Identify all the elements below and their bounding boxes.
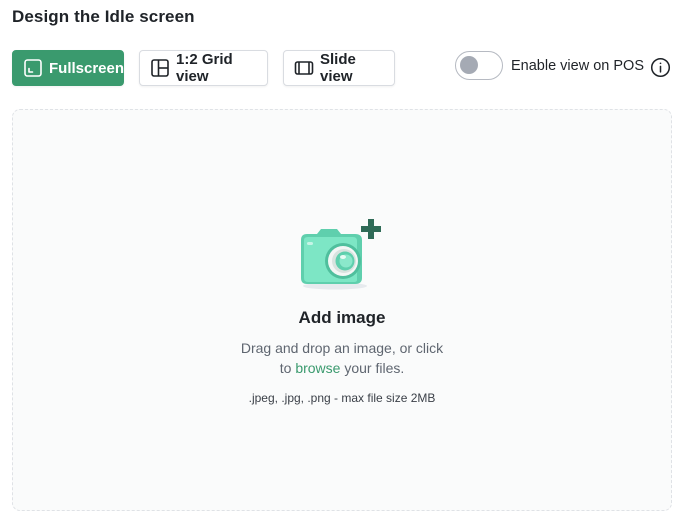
instructions-prefix: to <box>279 360 296 376</box>
grid-view-label: 1:2 Grid view <box>176 51 233 85</box>
info-icon[interactable] <box>650 57 671 78</box>
camera-add-icon <box>297 216 389 292</box>
instructions-suffix: your files. <box>340 360 405 376</box>
toggle-knob <box>460 56 478 74</box>
grid-view-button[interactable]: 1:2 Grid view <box>139 50 268 86</box>
pos-view-toggle-label: Enable view on POS <box>511 58 644 74</box>
fullscreen-view-button[interactable]: Fullscreen <box>12 50 124 86</box>
grid-layout-icon <box>150 58 170 78</box>
slide-view-icon <box>294 58 314 78</box>
file-format-hint: .jpeg, .jpg, .png - max file size 2MB <box>248 391 436 405</box>
dropzone-instructions-line1: Drag and drop an image, or click <box>240 340 444 356</box>
pos-view-toggle[interactable] <box>455 51 503 80</box>
fullscreen-view-label: Fullscreen <box>49 59 125 77</box>
fullscreen-icon <box>23 58 43 78</box>
dropzone-title: Add image <box>298 308 386 327</box>
slide-view-button[interactable]: Slide view <box>283 50 395 86</box>
slide-view-label: Slide view <box>320 51 356 85</box>
page-title: Design the Idle screen <box>12 7 195 26</box>
dropzone-instructions-line2: to browse your files. <box>12 360 672 376</box>
browse-files-link[interactable]: browse <box>295 360 340 376</box>
